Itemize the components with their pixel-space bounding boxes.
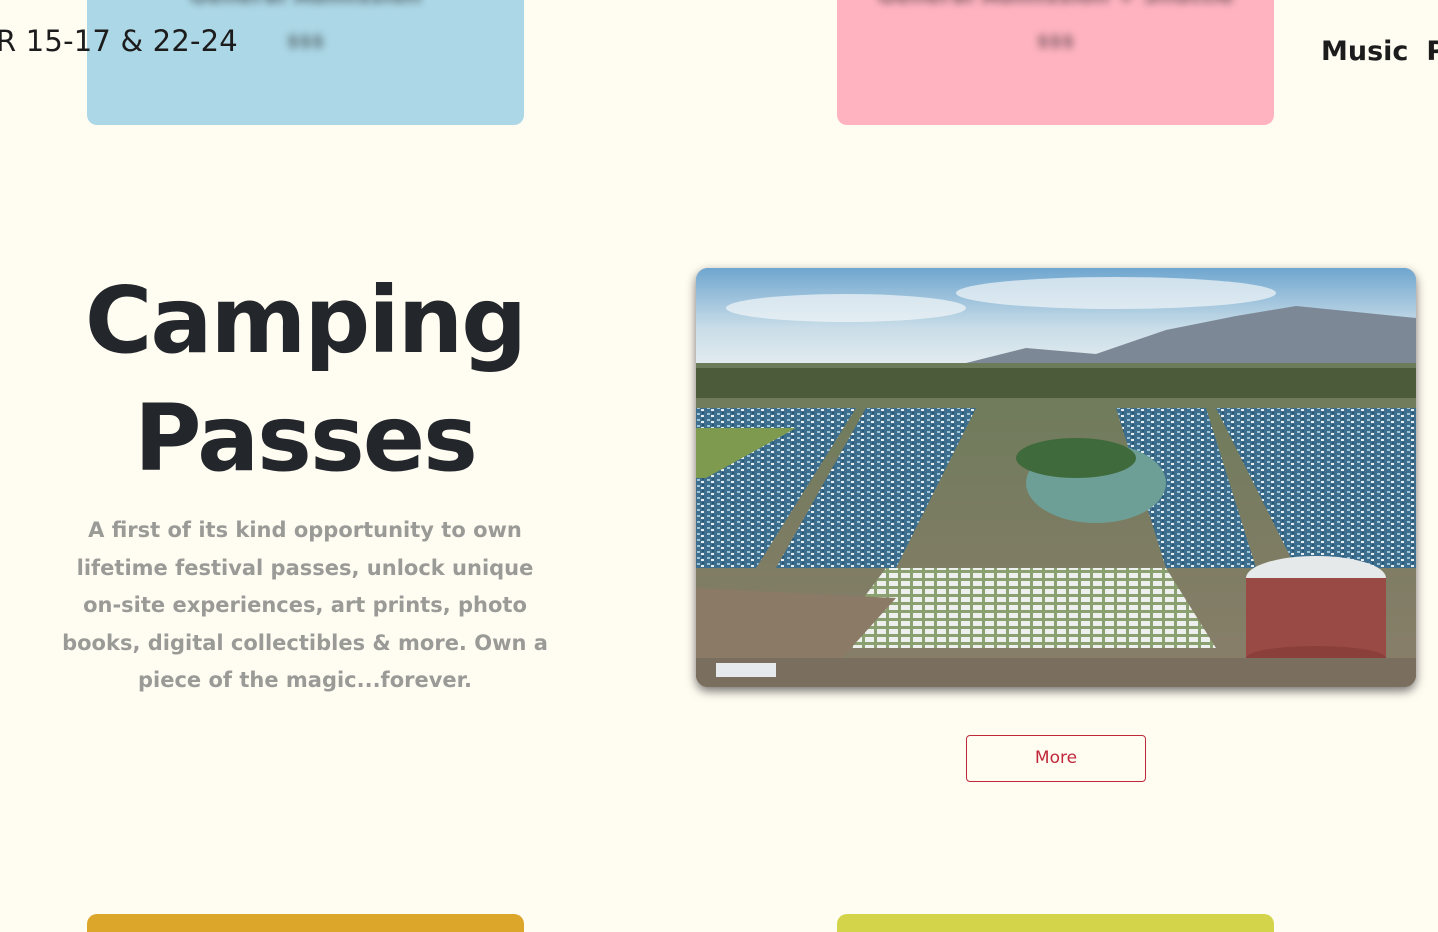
header-fade-right — [1274, 0, 1314, 108]
festival-aerial-photo — [696, 268, 1416, 687]
page: General Admission $$$ General Admission … — [0, 0, 1438, 932]
header-fade-mid-right — [797, 0, 837, 108]
pass-card-bottom-left[interactable] — [87, 914, 524, 932]
card-content: General Admission + Shuttle $$$ — [837, 0, 1274, 52]
general-admission-card[interactable]: General Admission $$$ — [87, 0, 524, 125]
more-button[interactable]: More — [966, 735, 1146, 782]
nav-item-passes[interactable]: Pa — [1426, 36, 1438, 67]
festival-dates: R 15-17 & 22-24 — [0, 24, 238, 58]
nav-item-music[interactable]: Music — [1321, 36, 1408, 67]
card-title: General Admission + Shuttle — [837, 0, 1274, 9]
header-fade-mid-left — [524, 0, 564, 108]
camping-description: A first of its kind opportunity to own l… — [62, 518, 548, 692]
card-price: $$$ — [1036, 31, 1075, 52]
title-line-2: Passes — [134, 385, 478, 492]
card-title: General Admission — [87, 0, 524, 9]
camping-passes-title: Camping Passes — [30, 262, 580, 498]
title-line-1: Camping — [84, 267, 527, 374]
main-nav: Music Pa — [1321, 36, 1438, 67]
general-admission-shuttle-card[interactable]: General Admission + Shuttle $$$ — [837, 0, 1274, 125]
pass-card-bottom-right[interactable] — [837, 914, 1274, 932]
